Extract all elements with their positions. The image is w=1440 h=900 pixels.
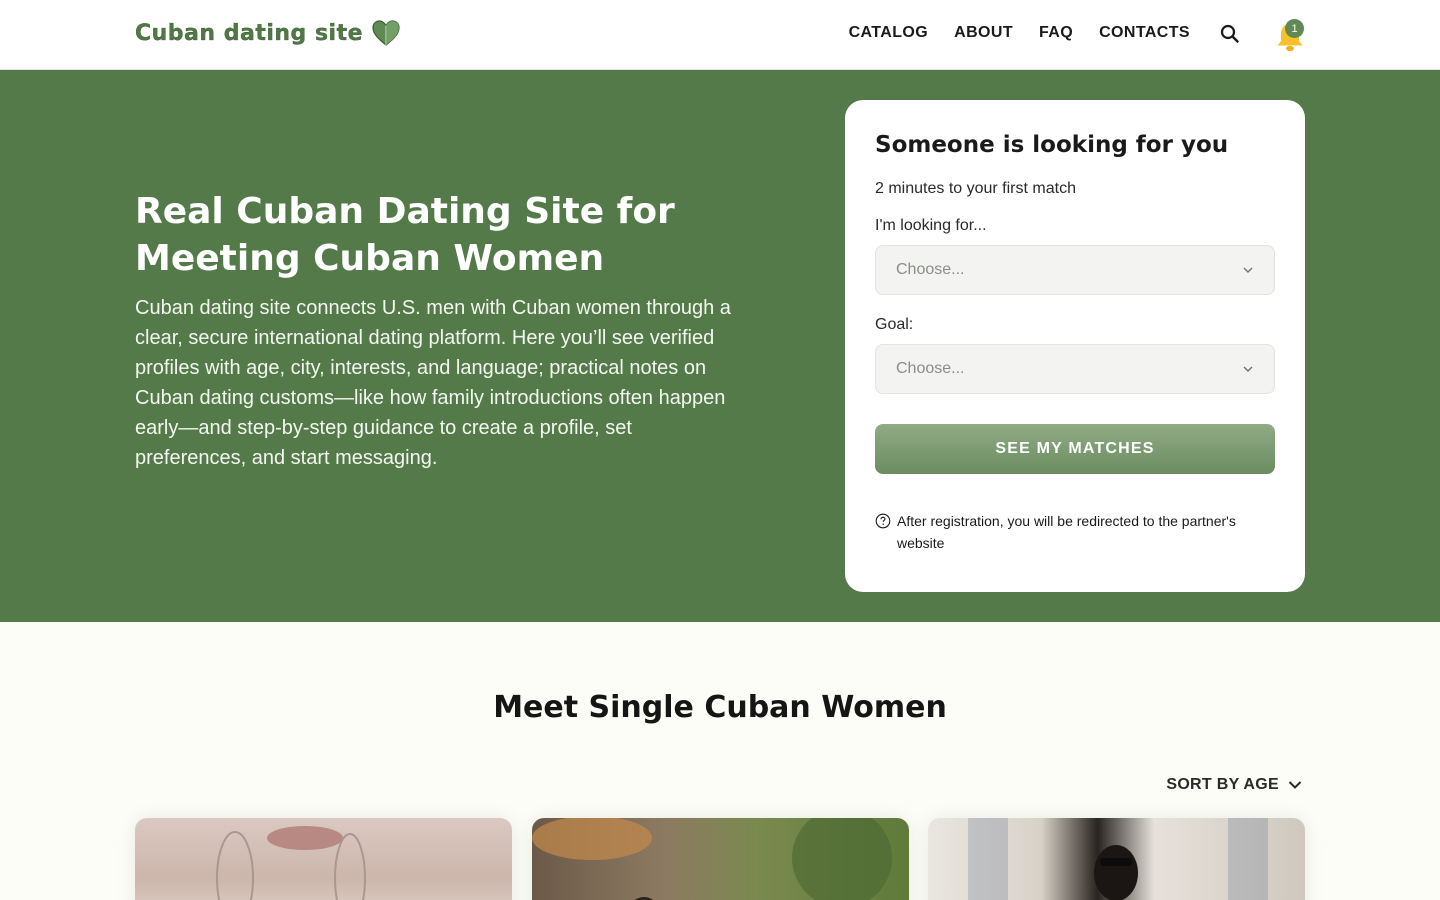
form-subtitle: 2 minutes to your first match — [875, 180, 1076, 197]
profile-card[interactable] — [928, 818, 1305, 900]
nav-contacts[interactable]: CONTACTS — [1099, 24, 1190, 42]
profile-photo — [216, 826, 366, 900]
nav-about[interactable]: ABOUT — [954, 24, 1013, 42]
chevron-down-icon — [1288, 781, 1302, 789]
chevron-down-icon — [1243, 267, 1253, 273]
sort-label: SORT BY AGE — [1166, 776, 1279, 793]
hero-title: Real Cuban Dating Site for Meeting Cuban… — [135, 191, 675, 279]
redirect-note-text: After registration, you will be redirect… — [897, 513, 1236, 551]
looking-for-label: I'm looking for... — [875, 217, 987, 234]
match-form-card: Someone is looking for you 2 minutes to … — [845, 100, 1305, 592]
profile-card[interactable] — [532, 818, 909, 900]
logo-text: Cuban dating site — [135, 20, 364, 46]
sort-dropdown[interactable]: SORT BY AGE — [1166, 776, 1303, 794]
form-title: Someone is looking for you — [875, 132, 1229, 158]
goal-label: Goal: — [875, 316, 914, 333]
nav-catalog[interactable]: CATALOG — [849, 24, 929, 42]
looking-for-select[interactable]: Choose... — [875, 245, 1275, 295]
catalog-title: Meet Single Cuban Women — [493, 690, 947, 725]
goal-select[interactable]: Choose... — [875, 344, 1275, 394]
main-nav: CATALOG ABOUT FAQ CONTACTS — [849, 24, 1190, 42]
question-circle-icon — [875, 513, 891, 529]
goal-value: Choose... — [896, 360, 965, 377]
looking-for-value: Choose... — [896, 261, 965, 278]
search-icon[interactable] — [1218, 22, 1242, 46]
see-matches-button[interactable]: SEE MY MATCHES — [875, 424, 1275, 474]
hero-description: Cuban dating site connects U.S. men with… — [135, 297, 731, 469]
heart-logo-icon — [372, 20, 400, 46]
profile-card[interactable] — [135, 818, 512, 900]
site-logo[interactable]: Cuban dating site — [135, 18, 401, 48]
hero-section: Real Cuban Dating Site for Meeting Cuban… — [0, 70, 1440, 622]
site-header: Cuban dating site CATALOG ABOUT FAQ CONT… — [0, 0, 1440, 70]
chevron-down-icon — [1243, 366, 1253, 372]
notification-badge: 1 — [1285, 19, 1304, 38]
redirect-note: After registration, you will be redirect… — [875, 510, 1275, 554]
nav-faq[interactable]: FAQ — [1039, 24, 1073, 42]
profile-photo — [968, 818, 1268, 900]
profile-photo — [532, 818, 892, 900]
